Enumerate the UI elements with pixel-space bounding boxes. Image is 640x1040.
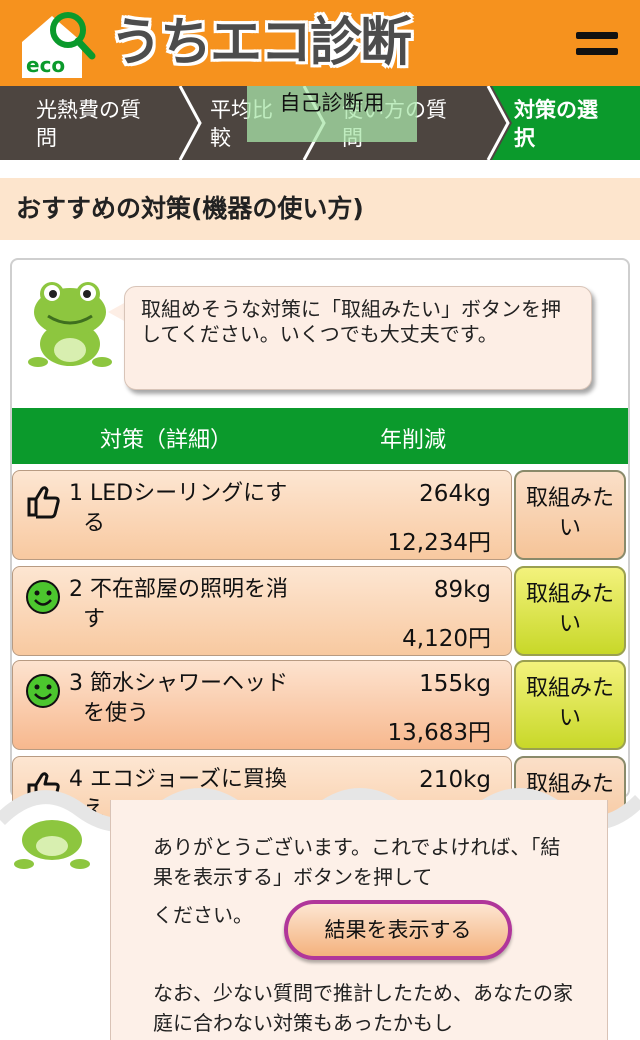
section-title: おすすめの対策(機器の使い方): [0, 178, 640, 240]
measure-name: 2 不在部屋の照明を消す: [69, 575, 329, 635]
table-row: 1 LEDシーリングにする 264kg 12,234円: [12, 470, 512, 560]
measure-name-line1: 3 節水シャワーヘッド: [69, 671, 288, 696]
hamburger-menu-icon[interactable]: [576, 32, 618, 56]
button-label-line1: 取組みた: [525, 676, 614, 701]
co2-reduction: 89kg: [433, 577, 491, 603]
button-label-line2: い: [558, 612, 581, 637]
cost-reduction: 13,683円: [387, 720, 491, 746]
column-header-measure: 対策（詳細）: [100, 428, 233, 453]
measure-name: 1 LEDシーリングにする: [69, 479, 329, 539]
smiley-icon: [26, 674, 60, 708]
measure-name-line2: を使う: [83, 701, 150, 726]
step-label-line2: 択: [514, 126, 535, 150]
table-row: 3 節水シャワーヘッドを使う 155kg 13,683円: [12, 660, 512, 750]
step-utility-questions: 光熱費の質 問: [36, 86, 186, 160]
table-row: 2 不在部屋の照明を消す 89kg 4,120円: [12, 566, 512, 656]
step-separator-icon: [178, 86, 202, 160]
button-label-line1: 取組みた: [525, 582, 614, 607]
message-line1: ありがとうございます。これでよければ、「結果を表示する」ボタンを押して: [153, 835, 561, 889]
self-diagnosis-label: 自己診断用: [247, 86, 417, 142]
want-to-try-button[interactable]: 取組みたい: [514, 470, 626, 560]
logo-badge-text: eco: [26, 53, 65, 77]
measure-name-line2: る: [83, 511, 106, 536]
button-label-line2: い: [558, 706, 581, 731]
step-label-line2: 問: [36, 126, 57, 150]
button-label-line2: い: [558, 516, 581, 541]
co2-reduction: 155kg: [419, 671, 491, 697]
measure-name: 3 節水シャワーヘッドを使う: [69, 669, 329, 729]
table-header: 対策（詳細） 年削減: [12, 408, 628, 464]
cost-reduction: 4,120円: [402, 626, 491, 652]
measure-name-line1: 2 不在部屋の照明を消: [69, 577, 288, 602]
column-header-reduction: 年削減: [380, 428, 447, 453]
eco-house-logo[interactable]: eco: [18, 10, 96, 80]
frog-mascot-icon: [14, 820, 90, 869]
header-bar: eco うちエコ診断: [0, 0, 640, 86]
measure-name-line1: 1 LEDシーリングにす: [69, 481, 288, 506]
frog-mascot-icon: [28, 282, 112, 367]
measure-name-line2: す: [83, 607, 106, 632]
message-line3: なお、少ない質問で推計したため、あなたの家庭に合わない対策もあったかもし: [153, 981, 573, 1035]
want-to-try-button[interactable]: 取組みたい: [514, 566, 626, 656]
step-separator-icon: [484, 86, 512, 160]
app-title: うちエコ診断: [110, 13, 412, 73]
step-label-line1: 光熱費の質: [36, 98, 141, 122]
co2-reduction: 264kg: [419, 481, 491, 507]
show-results-button[interactable]: 結果を表示する: [284, 900, 512, 960]
instruction-bubble: 取組めそうな対策に「取組みたい」ボタンを押してください。いくつでも大丈夫です。: [124, 286, 592, 390]
button-label-line1: 取組みた: [525, 486, 614, 511]
step-label-line1: 対策の選: [514, 98, 598, 122]
cost-reduction: 12,234円: [387, 530, 491, 556]
smiley-icon: [26, 580, 60, 614]
want-to-try-button[interactable]: 取組みたい: [514, 660, 626, 750]
thumbs-up-icon: [27, 486, 60, 519]
